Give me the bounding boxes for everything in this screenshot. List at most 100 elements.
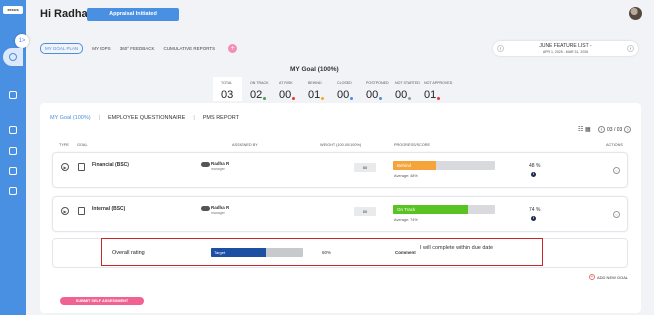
col-assigned-by: ASSIGNED BY: [232, 143, 258, 147]
submit-self-assessment-button[interactable]: SUBMIT SELF ASSESSMENT: [60, 297, 144, 305]
stat-label: CLOSED: [337, 81, 352, 85]
goal-name[interactable]: Financial (BSC): [92, 162, 129, 168]
tab-my-goal-plan[interactable]: MY GOAL PLAN: [40, 42, 84, 54]
header: Hi Radha R Appraisal Initiated: [26, 0, 654, 32]
feature-list-selector: ‹ JUNE FEATURE LIST - APR 1, 2025 - MAR …: [493, 41, 638, 56]
goal-summary-title: MY Goal (100%): [290, 66, 339, 73]
app-logo: xecus: [3, 6, 23, 14]
expand-icon[interactable]: ▶: [61, 163, 69, 171]
tab-my-idps[interactable]: MY IDPS: [92, 46, 110, 51]
status-dot: [321, 97, 325, 100]
stat-label: ON TRACK: [250, 81, 269, 85]
document-icon: [78, 207, 85, 215]
col-actions: ACTIONS: [606, 143, 623, 147]
appraisal-status-button[interactable]: Appraisal Initiated: [87, 8, 179, 21]
stat-value: 02: [250, 89, 267, 101]
people-nav-icon[interactable]: [9, 167, 17, 175]
stat-label: NOT APPROVED: [424, 81, 453, 85]
stat-behind[interactable]: BEHIND 01: [300, 77, 329, 101]
stat-value: 01: [424, 89, 441, 101]
stat-label: AT RISK: [279, 81, 293, 85]
stat-not-started[interactable]: NOT STARTED 00: [387, 77, 420, 101]
progress-bar: Behind: [393, 161, 495, 170]
status-dot: [350, 97, 354, 100]
progress-bar: On Track: [393, 205, 495, 214]
sub-tabs: MY Goal (100%) | EMPLOYEE QUESTIONNAIRE …: [50, 115, 247, 121]
subtab-my-goal[interactable]: MY Goal (100%): [50, 115, 91, 121]
status-dot: [379, 97, 383, 100]
col-type: TYPE: [59, 143, 69, 147]
goal-percent: 74 %: [529, 207, 541, 213]
feature-dates: APR 1, 2025 - MAR 31, 2026: [542, 50, 589, 54]
status-dot: [437, 97, 441, 100]
highlight-box: [101, 238, 543, 266]
next-page-button[interactable]: ›: [624, 126, 632, 133]
next-period-button[interactable]: ›: [627, 45, 634, 52]
action-icon[interactable]: ○: [613, 167, 620, 174]
col-weight: WEIGHT (100.00/100%): [320, 143, 362, 147]
stat-value: 03: [221, 89, 234, 101]
expand-icon[interactable]: ▶: [61, 207, 69, 215]
stat-not-approved[interactable]: NOT APPROVED 01: [416, 77, 453, 101]
weight-field[interactable]: 50: [354, 207, 376, 216]
col-goal: GOAL: [77, 143, 88, 147]
calendar-nav-icon[interactable]: [9, 126, 17, 134]
pagination: ‹ 03 / 03 ›: [596, 126, 633, 133]
avatar[interactable]: [629, 7, 642, 20]
stat-value: 00: [395, 89, 412, 101]
info-icon[interactable]: i: [531, 216, 536, 221]
status-dot: [292, 97, 296, 100]
user-group-icon: [201, 206, 210, 211]
sidebar: xecus 1>: [0, 0, 29, 315]
stat-postponed[interactable]: POSTPONED 00: [358, 77, 389, 101]
goals-card: MY Goal (100%) | EMPLOYEE QUESTIONNAIRE …: [40, 103, 641, 313]
reports-nav-icon[interactable]: [9, 147, 17, 155]
assignee-role: manager: [211, 167, 225, 171]
col-progress: PROGRESS/SCORE: [394, 143, 431, 147]
assignee-name: Radha R: [211, 205, 230, 210]
user-group-icon: [201, 162, 210, 167]
status-dot: [263, 97, 267, 100]
progress-fill: Behind: [393, 161, 436, 170]
stat-total[interactable]: TOTAL 03: [213, 77, 242, 101]
subtab-pms-report[interactable]: PMS REPORT: [203, 115, 239, 121]
stat-value: 00: [337, 89, 354, 101]
goal-name[interactable]: Internal (BSC): [92, 206, 125, 212]
add-button[interactable]: +: [228, 43, 238, 53]
view-toggle-icons[interactable]: ☷ ▦: [578, 126, 591, 133]
stat-value: 00: [366, 89, 383, 101]
stat-label: BEHIND: [308, 81, 322, 85]
stat-on-track[interactable]: ON TRACK 02: [242, 77, 271, 101]
sidebar-toggle-button[interactable]: 1>: [15, 34, 29, 48]
subtab-employee-questionnaire[interactable]: EMPLOYEE QUESTIONNAIRE: [108, 115, 185, 121]
stat-label: POSTPONED: [366, 81, 389, 85]
action-icon[interactable]: ○: [613, 211, 620, 218]
goal-nav-icon[interactable]: [9, 53, 17, 61]
weight-field[interactable]: 50: [354, 163, 376, 172]
plus-icon: +: [589, 274, 595, 280]
assignee-name: Radha R: [211, 161, 230, 166]
goal-percent: 48 %: [529, 163, 541, 169]
stat-closed[interactable]: CLOSED 00: [329, 77, 358, 101]
feature-title: JUNE FEATURE LIST -: [539, 43, 592, 49]
subtab-separator: |: [193, 115, 195, 121]
prev-page-button[interactable]: ‹: [598, 126, 605, 133]
document-nav-icon[interactable]: [9, 91, 17, 99]
status-dot: [408, 97, 412, 100]
stat-value: 01: [308, 89, 325, 101]
top-tabs: MY GOAL PLAN MY IDPS 360° FEEDBACK CUMUL…: [40, 42, 238, 54]
add-new-goal-button[interactable]: + ADD NEW GOAL: [589, 274, 628, 280]
tab-360-feedback[interactable]: 360° FEEDBACK: [120, 46, 155, 51]
stat-at-risk[interactable]: AT RISK 00: [271, 77, 300, 101]
assignee-role: manager: [211, 211, 225, 215]
table-row: ▶ Financial (BSC) Radha Rmanager 50 Behind Av…: [52, 152, 628, 188]
average-score: Average: 48%: [394, 174, 418, 178]
progress-fill: On Track: [393, 205, 469, 214]
stat-label: NOT STARTED: [395, 81, 420, 85]
goal-status-stats: TOTAL 03 ON TRACK 02 AT RISK 00 BEHIND 01 CLOSED…: [213, 77, 453, 101]
average-score: Average: 74%: [394, 218, 418, 222]
settings-nav-icon[interactable]: [9, 187, 17, 195]
document-icon: [78, 163, 85, 171]
tab-cumulative-reports[interactable]: CUMULATIVE REPORTS: [164, 46, 216, 51]
info-icon[interactable]: i: [531, 172, 536, 177]
